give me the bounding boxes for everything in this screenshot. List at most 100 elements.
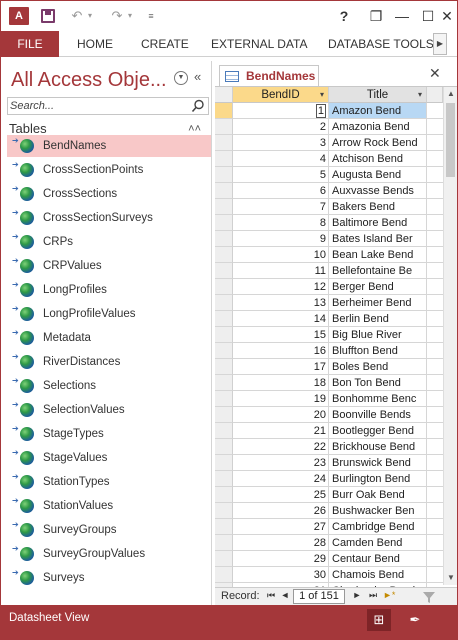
cell-title[interactable]: Baltimore Bend (329, 215, 427, 231)
cell-bendid[interactable]: 27 (233, 519, 329, 535)
cell-bendid[interactable]: 14 (233, 311, 329, 327)
record-selector[interactable] (215, 471, 233, 487)
vertical-scrollbar[interactable]: ▲ ▼ (443, 87, 457, 585)
table-row[interactable]: 21 Bootlegger Bend (215, 423, 443, 439)
nav-item-bendnames[interactable]: ➔ BendNames (7, 135, 211, 157)
column-header-title[interactable]: Title ▾ (329, 87, 427, 103)
nav-item-surveygroupvalues[interactable]: ➔ SurveyGroupValues (7, 543, 211, 565)
nav-item-surveys[interactable]: ➔ Surveys (7, 567, 211, 589)
nav-item-crps[interactable]: ➔ CRPs (7, 231, 211, 253)
close-window-button[interactable]: ✕ (437, 5, 457, 27)
design-view-icon[interactable]: ✒ (403, 609, 427, 631)
scroll-thumb[interactable] (446, 103, 455, 177)
cell-bendid[interactable]: 1 (233, 103, 329, 119)
cell-title[interactable]: Bean Lake Bend (329, 247, 427, 263)
nav-item-crpvalues[interactable]: ➔ CRPValues (7, 255, 211, 277)
nav-menu-dropdown-icon[interactable]: ▼ (174, 71, 188, 85)
document-tab-bendnames[interactable]: BendNames (219, 65, 319, 87)
sort-dropdown-icon[interactable]: ▾ (418, 87, 422, 103)
cell-title[interactable]: Bluffton Bend (329, 343, 427, 359)
cell-title[interactable]: Burr Oak Bend (329, 487, 427, 503)
cell-title[interactable]: Berheimer Bend (329, 295, 427, 311)
close-document-icon[interactable]: ✕ (429, 65, 441, 82)
cell-title[interactable]: Chamois Bend (329, 567, 427, 583)
nav-item-longprofiles[interactable]: ➔ LongProfiles (7, 279, 211, 301)
cell-title[interactable]: Bootlegger Bend (329, 423, 427, 439)
cell-bendid[interactable]: 22 (233, 439, 329, 455)
previous-record-icon[interactable]: ◄ (279, 590, 291, 600)
table-row[interactable]: 25 Burr Oak Bend (215, 487, 443, 503)
table-row[interactable]: 13 Berheimer Bend (215, 295, 443, 311)
save-icon[interactable] (38, 7, 58, 25)
table-row[interactable]: 11 Bellefontaine Be (215, 263, 443, 279)
cell-title[interactable]: Amazonia Bend (329, 119, 427, 135)
record-selector[interactable] (215, 535, 233, 551)
cell-title[interactable]: Boonville Bends (329, 407, 427, 423)
cell-title[interactable]: Brunswick Bend (329, 455, 427, 471)
table-row[interactable]: 19 Bonhomme Benc (215, 391, 443, 407)
table-row[interactable]: 18 Bon Ton Bend (215, 375, 443, 391)
cell-bendid[interactable]: 9 (233, 231, 329, 247)
table-row[interactable]: 17 Boles Bend (215, 359, 443, 375)
undo-dropdown-icon[interactable]: ▾ (85, 7, 95, 25)
cell-title[interactable]: Berlin Bend (329, 311, 427, 327)
cell-title[interactable]: Centaur Bend (329, 551, 427, 567)
cell-bendid[interactable]: 25 (233, 487, 329, 503)
nav-item-longprofilevalues[interactable]: ➔ LongProfileValues (7, 303, 211, 325)
table-row[interactable]: 24 Burlington Bend (215, 471, 443, 487)
table-row[interactable]: 20 Boonville Bends (215, 407, 443, 423)
cell-bendid[interactable]: 15 (233, 327, 329, 343)
cell-title[interactable]: Augusta Bend (329, 167, 427, 183)
nav-item-stagetypes[interactable]: ➔ StageTypes (7, 423, 211, 445)
table-row[interactable]: 7 Bakers Bend (215, 199, 443, 215)
tab-database-tools[interactable]: DATABASE TOOLS (328, 31, 434, 57)
cell-bendid[interactable]: 13 (233, 295, 329, 311)
cell-bendid[interactable]: 20 (233, 407, 329, 423)
last-record-icon[interactable]: ⏭ (367, 590, 379, 601)
cell-title[interactable]: Bakers Bend (329, 199, 427, 215)
table-row[interactable]: 28 Camden Bend (215, 535, 443, 551)
cell-title[interactable]: Boles Bend (329, 359, 427, 375)
select-all-corner[interactable] (215, 87, 233, 103)
current-record-input[interactable]: 1 of 151 (293, 589, 345, 604)
cell-bendid[interactable]: 19 (233, 391, 329, 407)
table-row[interactable]: 22 Brickhouse Bend (215, 439, 443, 455)
cell-bendid[interactable]: 4 (233, 151, 329, 167)
nav-item-riverdistances[interactable]: ➔ RiverDistances (7, 351, 211, 373)
nav-item-crosssectionsurveys[interactable]: ➔ CrossSectionSurveys (7, 207, 211, 229)
datasheet-view-icon[interactable]: ⊞ (367, 609, 391, 631)
cell-bendid[interactable]: 26 (233, 503, 329, 519)
record-selector[interactable] (215, 247, 233, 263)
nav-search-input[interactable] (10, 99, 188, 113)
nav-pane-title[interactable]: All Access Obje... (11, 69, 167, 92)
tab-file[interactable]: FILE (1, 31, 59, 57)
cell-bendid[interactable]: 3 (233, 135, 329, 151)
record-selector[interactable] (215, 423, 233, 439)
cell-bendid[interactable]: 28 (233, 535, 329, 551)
redo-icon[interactable]: ↷ (107, 7, 127, 25)
table-row[interactable]: 5 Augusta Bend (215, 167, 443, 183)
tab-external-data[interactable]: EXTERNAL DATA (211, 31, 307, 57)
table-row[interactable]: 10 Bean Lake Bend (215, 247, 443, 263)
record-selector[interactable] (215, 551, 233, 567)
table-row[interactable]: 30 Chamois Bend (215, 567, 443, 583)
cell-bendid[interactable]: 6 (233, 183, 329, 199)
search-icon[interactable] (191, 99, 205, 113)
record-selector[interactable] (215, 503, 233, 519)
record-selector[interactable] (215, 343, 233, 359)
ribbon-scroll-right-button[interactable]: ▶ (433, 33, 447, 55)
scroll-up-icon[interactable]: ▲ (444, 87, 458, 101)
cell-bendid[interactable]: 30 (233, 567, 329, 583)
cell-bendid[interactable]: 21 (233, 423, 329, 439)
record-selector[interactable] (215, 359, 233, 375)
record-selector[interactable] (215, 231, 233, 247)
cell-bendid[interactable]: 12 (233, 279, 329, 295)
cell-title[interactable]: Cambridge Bend (329, 519, 427, 535)
cell-bendid[interactable]: 24 (233, 471, 329, 487)
cell-title[interactable]: Bushwacker Ben (329, 503, 427, 519)
nav-item-metadata[interactable]: ➔ Metadata (7, 327, 211, 349)
cell-title[interactable]: Arrow Rock Bend (329, 135, 427, 151)
cell-title[interactable]: Bellefontaine Be (329, 263, 427, 279)
cell-title[interactable]: Camden Bend (329, 535, 427, 551)
ribbon-display-options-button[interactable]: ❐ (363, 5, 389, 27)
